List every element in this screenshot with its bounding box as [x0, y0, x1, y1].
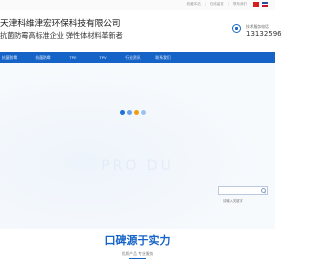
hero-banner [0, 63, 275, 229]
hotline-number: 13132596 [246, 30, 282, 38]
top-bar: 收藏本站 | 在线留言 | 联系我们 [0, 0, 275, 10]
search-icon[interactable] [260, 188, 266, 193]
company-name[interactable]: 天津科维津宏环保科技有限公司 [0, 19, 121, 29]
nav-item-tpe[interactable]: TPE [58, 52, 88, 63]
chinese-flag-icon[interactable] [253, 2, 259, 7]
carousel-dot[interactable] [134, 110, 139, 115]
nav-item-home[interactable]: 抗菌防霉 [0, 52, 28, 63]
company-slogan: 抗菌防霉高标准企业 弹性体材料革新者 [0, 31, 123, 40]
carousel-dots [120, 110, 146, 115]
search-input[interactable] [219, 197, 263, 205]
divider: | [204, 2, 206, 6]
search-box [218, 186, 268, 205]
heading-underline [129, 258, 146, 259]
top-links: 收藏本站 | 在线留言 | 联系我们 [187, 2, 247, 7]
divider: | [227, 2, 229, 6]
carousel-dot[interactable] [127, 110, 132, 115]
section-heading: 口碑源于实力 [104, 234, 171, 247]
phone-icon [232, 24, 241, 33]
english-flag-icon[interactable] [262, 2, 268, 7]
section-subheading: 优质产品 专业服务 [121, 251, 154, 256]
nav-item-antibacterial[interactable]: 抗菌防霉 [28, 52, 58, 63]
contact-link[interactable]: 联系我们 [233, 2, 247, 7]
main-nav: 抗菌防霉 抗菌防霉 TPE TPV 行业资讯 联系我们 [0, 52, 275, 63]
nav-item-tpv[interactable]: TPV [88, 52, 118, 63]
bookmark-link[interactable]: 收藏本站 [187, 2, 201, 7]
message-link[interactable]: 在线留言 [210, 2, 224, 7]
carousel-dot[interactable] [141, 110, 146, 115]
nav-item-contact[interactable]: 联系我们 [148, 52, 178, 63]
watermark-text: PRO DU [101, 158, 174, 174]
carousel-dot[interactable] [120, 110, 125, 115]
nav-item-news[interactable]: 行业资讯 [118, 52, 148, 63]
